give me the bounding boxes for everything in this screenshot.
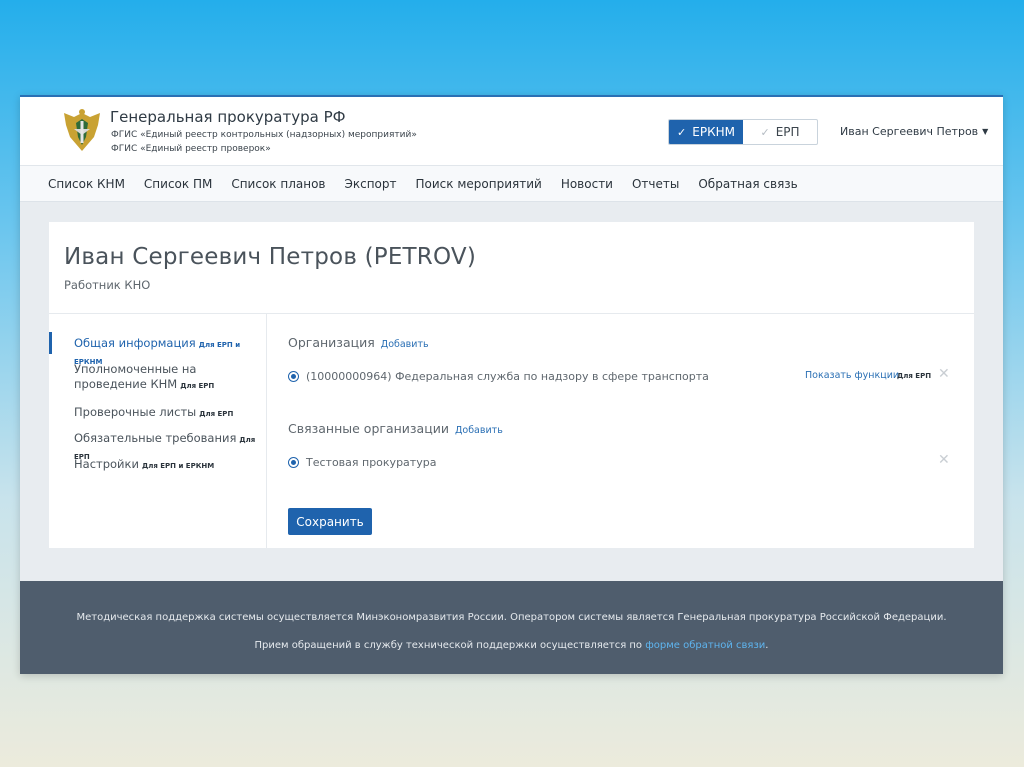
user-name: Иван Сергеевич Петров bbox=[840, 125, 979, 138]
related-row: Тестовая прокуратура bbox=[288, 452, 958, 472]
related-section-title: Связанные организации Добавить bbox=[288, 421, 503, 436]
footer-contact-line: Прием обращений в службу технической под… bbox=[20, 640, 1003, 651]
footer-contact-text: Прием обращений в службу технической под… bbox=[254, 640, 646, 651]
sidebar-item-checklists[interactable]: Проверочные листы Для ЕРП bbox=[74, 405, 259, 422]
sidebar-item-authorized-persons[interactable]: Уполномоченные на проведение КНМ Для ЕРП bbox=[74, 362, 259, 394]
emblem-icon bbox=[64, 109, 100, 151]
related-name: Тестовая прокуратура bbox=[306, 455, 437, 469]
organization-name: (10000000964) Федеральная служба по надз… bbox=[306, 369, 709, 383]
sidebar-item-label: Общая информация bbox=[74, 336, 196, 350]
toggle-erknm-label: ЕРКНМ bbox=[692, 125, 735, 139]
nav-item-export[interactable]: Экспорт bbox=[344, 177, 396, 191]
active-indicator bbox=[49, 332, 52, 354]
check-icon: ✓ bbox=[677, 125, 687, 139]
toggle-erp-label: ЕРП bbox=[775, 125, 800, 139]
remove-organization-icon[interactable]: ✕ bbox=[938, 366, 950, 382]
sidebar-item-label: Уполномоченные на проведение КНМ bbox=[74, 362, 197, 391]
show-functions-link[interactable]: Показать функции bbox=[805, 370, 899, 381]
toggle-erp[interactable]: ✓ ЕРП bbox=[743, 120, 817, 144]
registry-toggle: ✓ ЕРКНМ ✓ ЕРП bbox=[668, 119, 818, 145]
sidebar-item-tag: Для ЕРП и ЕРКНМ bbox=[141, 462, 215, 470]
profile-content: Организация Добавить (10000000964) Федера… bbox=[288, 314, 974, 548]
top-header: Генеральная прокуратура РФ ФГИС «Единый … bbox=[20, 95, 1003, 165]
remove-related-icon[interactable]: ✕ bbox=[938, 452, 950, 468]
caret-down-icon: ▼ bbox=[982, 127, 989, 136]
feedback-form-link[interactable]: форме обратной связи bbox=[645, 640, 765, 651]
footer-support-text: Методическая поддержка системы осуществл… bbox=[76, 612, 947, 623]
profile-role: Работник КНО bbox=[64, 278, 151, 292]
related-radio[interactable] bbox=[288, 456, 299, 468]
nav-item-search-events[interactable]: Поиск мероприятий bbox=[416, 177, 542, 191]
organization-radio[interactable] bbox=[288, 370, 299, 382]
organization-section-title: Организация Добавить bbox=[288, 335, 429, 350]
sidebar-item-label: Настройки bbox=[74, 457, 139, 471]
nav-item-feedback[interactable]: Обратная связь bbox=[698, 177, 797, 191]
profile-card: Иван Сергеевич Петров (PETROV) Работник … bbox=[49, 222, 974, 548]
user-menu[interactable]: Иван Сергеевич Петров ▼ bbox=[840, 125, 988, 138]
page-title: Иван Сергеевич Петров (PETROV) bbox=[64, 244, 476, 270]
profile-header: Иван Сергеевич Петров (PETROV) Работник … bbox=[49, 222, 974, 314]
app-window: Генеральная прокуратура РФ ФГИС «Единый … bbox=[20, 95, 1003, 674]
nav-item-news[interactable]: Новости bbox=[561, 177, 613, 191]
nav-item-reports[interactable]: Отчеты bbox=[632, 177, 679, 191]
footer: Методическая поддержка системы осуществл… bbox=[20, 581, 1003, 674]
sidebar-item-label: Обязательные требования bbox=[74, 431, 237, 445]
add-related-link[interactable]: Добавить bbox=[455, 425, 503, 436]
related-title: Связанные организации bbox=[288, 421, 449, 436]
functions-tag: Для ЕРП bbox=[897, 372, 932, 380]
sidebar-item-tag: Для ЕРП bbox=[180, 382, 215, 390]
org-subtitle-erp: ФГИС «Единый реестр проверок» bbox=[111, 144, 271, 154]
footer-contact-end: . bbox=[765, 640, 769, 651]
add-organization-link[interactable]: Добавить bbox=[381, 339, 429, 350]
org-subtitle-erknm: ФГИС «Единый реестр контрольных (надзорн… bbox=[111, 130, 417, 140]
sidebar-item-label: Проверочные листы bbox=[74, 405, 197, 419]
sidebar-item-settings[interactable]: Настройки Для ЕРП и ЕРКНМ bbox=[74, 457, 259, 474]
toggle-erknm[interactable]: ✓ ЕРКНМ bbox=[669, 120, 743, 144]
nav-item-pm-list[interactable]: Список ПМ bbox=[144, 177, 212, 191]
check-icon: ✓ bbox=[760, 125, 770, 139]
organization-title: Организация bbox=[288, 335, 375, 350]
save-button[interactable]: Сохранить bbox=[288, 508, 372, 535]
main-nav: Список КНМ Список ПМ Список планов Экспо… bbox=[20, 165, 1003, 202]
profile-sidebar: Общая информация Для ЕРП и ЕРКНМ Уполномо… bbox=[49, 314, 267, 548]
nav-item-knm-list[interactable]: Список КНМ bbox=[48, 177, 125, 191]
org-title: Генеральная прокуратура РФ bbox=[110, 108, 346, 126]
nav-item-plans-list[interactable]: Список планов bbox=[231, 177, 325, 191]
sidebar-item-tag: Для ЕРП bbox=[199, 410, 234, 418]
